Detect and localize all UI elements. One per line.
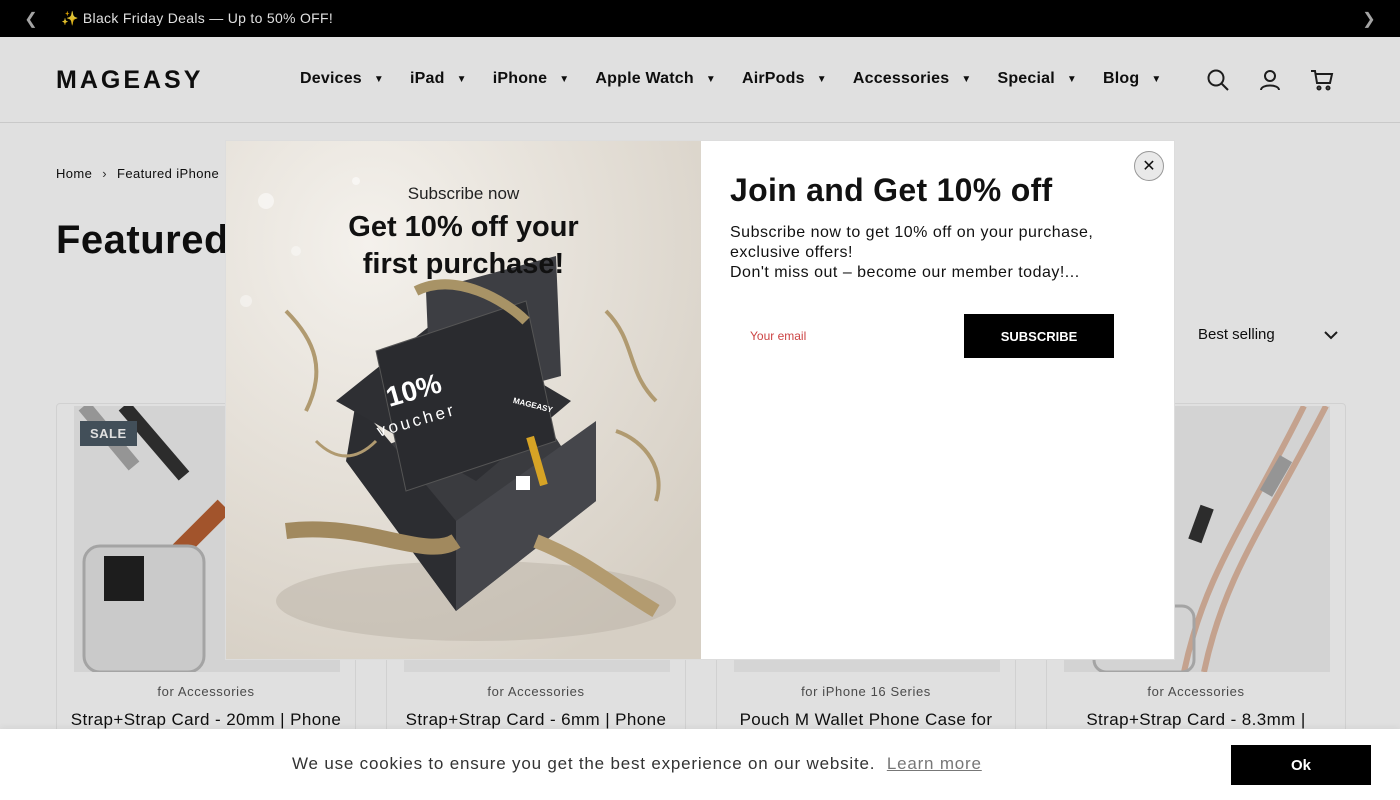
promo-headline: Get 10% off your first purchase! <box>226 209 701 283</box>
promo-image: 10% voucher MAGEASY Subscribe now Get 10… <box>226 141 701 659</box>
cookie-text: We use cookies to ensure you get the bes… <box>292 754 876 773</box>
cookie-banner: We use cookies to ensure you get the bes… <box>0 729 1400 800</box>
modal-description-line1: Subscribe now to get 10% off on your pur… <box>730 224 1094 261</box>
promo-headline-line2: first purchase! <box>362 248 565 280</box>
close-icon[interactable]: ✕ <box>1134 151 1164 181</box>
modal-body: ✕ Join and Get 10% off Subscribe now to … <box>701 141 1174 659</box>
modal-description-line2: Don't miss out – become our member today… <box>730 264 1080 281</box>
cookie-ok-button[interactable]: Ok <box>1231 745 1371 785</box>
modal-description: Subscribe now to get 10% off on your pur… <box>730 223 1130 283</box>
learn-more-link[interactable]: Learn more <box>887 754 982 773</box>
modal-title: Join and Get 10% off <box>730 172 1053 208</box>
subscribe-button[interactable]: SUBSCRIBE <box>964 314 1114 358</box>
promo-headline-line1: Get 10% off your <box>348 211 579 243</box>
email-field[interactable] <box>730 314 964 358</box>
cookie-message: We use cookies to ensure you get the bes… <box>292 754 982 774</box>
promo-subtitle: Subscribe now <box>407 184 520 203</box>
subscribe-modal: 10% voucher MAGEASY Subscribe now Get 10… <box>225 140 1175 660</box>
